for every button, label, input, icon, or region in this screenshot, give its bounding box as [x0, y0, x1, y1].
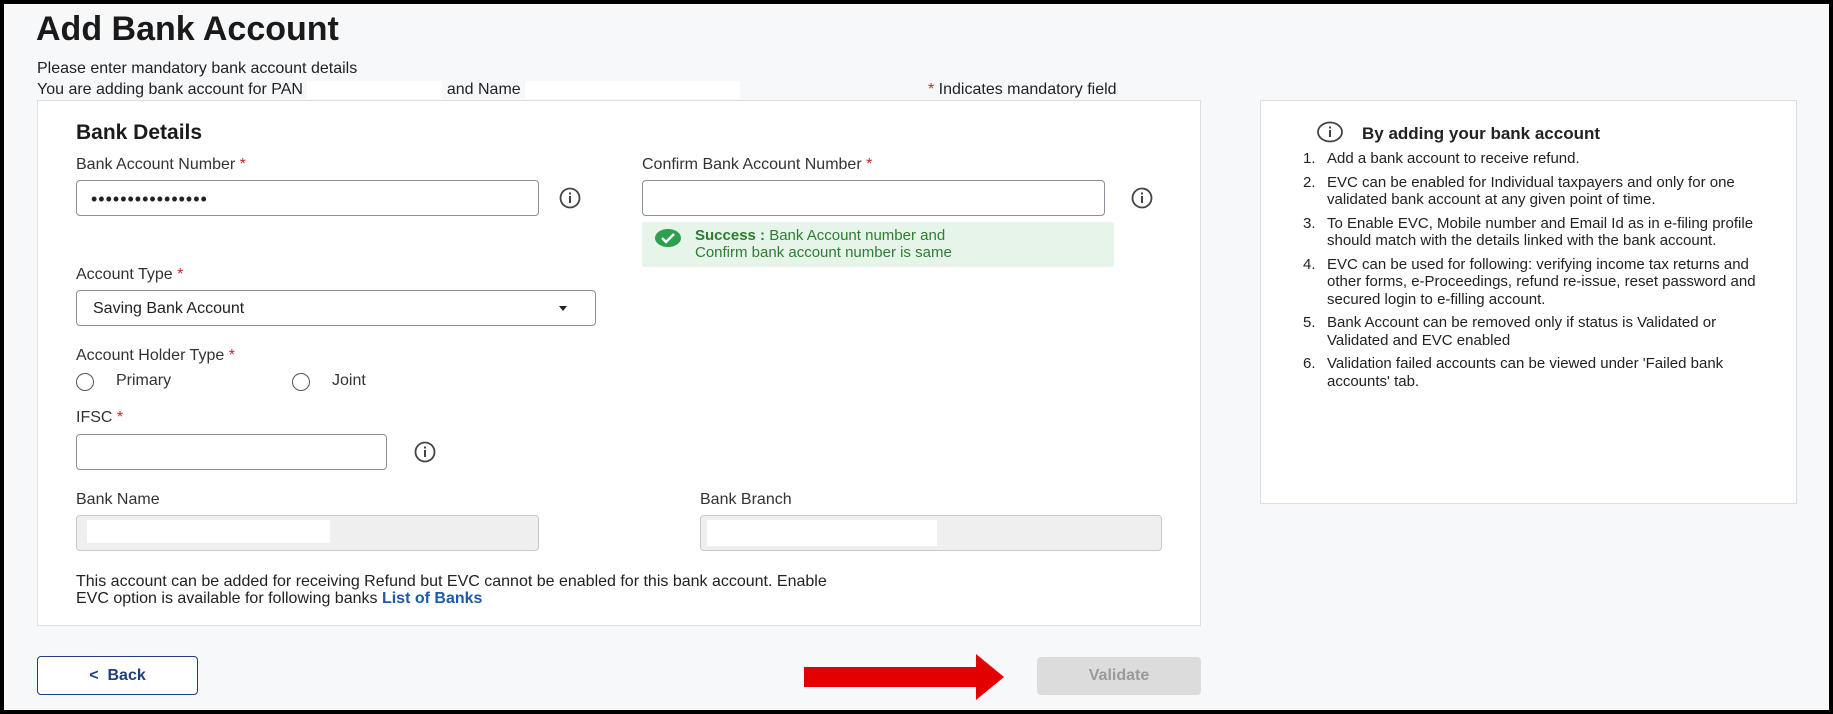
list-item: 1. Add a bank account to receive refund. [1303, 150, 1773, 168]
name-redacted [525, 81, 741, 99]
account-number-value: •••••••••••••••• [91, 189, 208, 209]
arrow-right-icon [804, 654, 1004, 700]
bank-branch-label: Bank Branch [700, 491, 792, 508]
info-icon [1317, 121, 1343, 143]
list-item-text: EVC can be used for following: verifying… [1327, 255, 1756, 308]
bank-branch-redacted [707, 520, 937, 546]
info-icon[interactable] [558, 186, 582, 210]
account-number-input[interactable]: •••••••••••••••• [76, 180, 539, 216]
mandatory-note: * Indicates mandatory field [928, 81, 1117, 99]
bank-name-redacted [87, 520, 330, 543]
pan-name-line: You are adding bank account for PAN and … [37, 81, 741, 99]
required-star: * [239, 156, 246, 173]
info-list: 1. Add a bank account to receive refund. … [1303, 150, 1773, 396]
holder-type-label: Account Holder Type * [76, 347, 235, 365]
bank-name-field [76, 515, 539, 551]
success-message: Success : Bank Account number and Confir… [642, 222, 1114, 267]
check-circle-icon [655, 229, 681, 247]
list-item: 3. To Enable EVC, Mobile number and Email… [1303, 215, 1773, 250]
list-item-number: 1. [1303, 150, 1316, 167]
evc-note-line1: This account can be added for receiving … [76, 573, 827, 590]
instruction-text: Please enter mandatory bank account deta… [37, 60, 358, 77]
info-panel-title: By adding your bank account [1362, 124, 1601, 143]
list-item: 4. EVC can be used for following: verifyi… [1303, 256, 1773, 309]
account-type-value: Saving Bank Account [93, 300, 245, 317]
list-item-text: Validation failed accounts can be viewed… [1327, 355, 1724, 390]
pan-prefix-text: You are adding bank account for PAN [37, 81, 308, 99]
name-label-text: and Name [442, 81, 521, 99]
list-of-banks-link[interactable]: List of Banks [382, 590, 482, 607]
account-type-label-text: Account Type [76, 266, 178, 283]
list-item-number: 3. [1303, 214, 1316, 232]
caret-down-icon [559, 306, 567, 311]
success-line2: Confirm bank account number is same [695, 244, 952, 261]
confirm-account-label-text: Confirm Bank Account Number [642, 156, 867, 173]
list-item-text: Add a bank account to receive refund. [1327, 150, 1580, 167]
bank-branch-field [700, 515, 1162, 551]
back-button-label: Back [107, 666, 146, 684]
info-icon[interactable] [1130, 186, 1154, 210]
radio-joint-label[interactable]: Joint [332, 372, 366, 390]
required-star: * [228, 347, 235, 364]
list-item: 5. Bank Account can be removed only if st… [1303, 314, 1773, 349]
account-type-label: Account Type * [76, 266, 183, 284]
evc-note-line2: EVC option is available for following ba… [76, 590, 482, 608]
pan-redacted [307, 81, 443, 99]
ifsc-label: IFSC * [76, 409, 123, 427]
list-item-text: EVC can be enabled for Individual taxpay… [1327, 173, 1735, 209]
radio-primary[interactable] [76, 373, 94, 391]
success-title: Success : [695, 227, 766, 244]
list-item-number: 6. [1303, 355, 1316, 372]
radio-primary-label[interactable]: Primary [116, 372, 171, 390]
account-type-select[interactable]: Saving Bank Account [76, 290, 596, 326]
ifsc-label-text: IFSC [76, 409, 117, 426]
evc-note-line2-text: EVC option is available for following ba… [76, 590, 382, 607]
list-item: 6. Validation failed accounts can be view… [1303, 355, 1773, 390]
ifsc-input[interactable] [76, 434, 387, 470]
back-button[interactable]: < Back [37, 656, 198, 695]
mandatory-note-text: Indicates mandatory field [934, 81, 1117, 98]
list-item-text: To Enable EVC, Mobile number and Email I… [1327, 214, 1754, 250]
radio-joint[interactable] [292, 373, 310, 391]
list-item-number: 2. [1303, 173, 1316, 191]
confirm-account-input[interactable] [642, 180, 1105, 216]
chevron-left-icon: < [89, 666, 99, 684]
required-star: * [866, 156, 873, 173]
bank-name-label: Bank Name [76, 491, 160, 508]
success-line1: Success : Bank Account number and [695, 227, 945, 244]
holder-type-label-text: Account Holder Type [76, 347, 229, 364]
account-number-label-text: Bank Account Number [76, 156, 240, 173]
list-item-text: Bank Account can be removed only if stat… [1327, 314, 1717, 349]
list-item-number: 5. [1303, 314, 1316, 331]
required-star: * [177, 266, 184, 283]
section-heading: Bank Details [76, 121, 203, 144]
validate-button[interactable]: Validate [1037, 657, 1201, 695]
list-item: 2. EVC can be enabled for Individual taxp… [1303, 174, 1773, 209]
page-title: Add Bank Account [36, 10, 339, 48]
success-line1-text: Bank Account number and [765, 227, 946, 244]
required-star: * [116, 409, 124, 426]
list-item-number: 4. [1303, 255, 1316, 273]
confirm-account-label: Confirm Bank Account Number * [642, 156, 872, 174]
account-number-label: Bank Account Number * [76, 156, 246, 174]
info-icon[interactable] [413, 440, 437, 464]
